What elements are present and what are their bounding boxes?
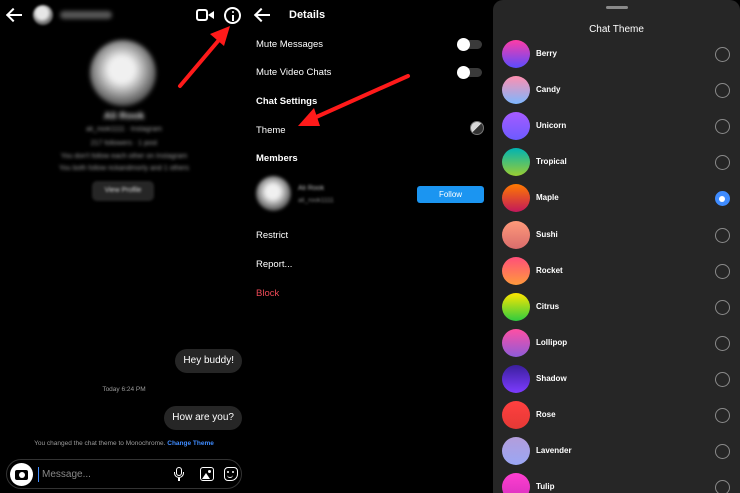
profile-meta: 217 followers · 1 post [90,140,158,147]
follow-button[interactable]: Follow [417,186,484,203]
current-theme-swatch[interactable] [470,121,484,135]
theme-name: Rose [536,410,556,419]
restrict-option[interactable]: Restrict [256,230,288,241]
theme-option-lollipop[interactable]: Lollipop [493,325,740,361]
back-arrow-icon[interactable] [6,6,24,24]
message-timestamp: Today 6:24 PM [102,386,146,393]
profile-note-2: You both follow rickandmorty and 1 other… [58,165,190,172]
details-panel: Details Mute Messages Mute Video Chats C… [248,0,493,493]
theme-name: Maple [536,193,559,203]
theme-name: Berry [536,49,557,58]
change-theme-link[interactable]: Change Theme [167,440,214,447]
theme-radio-button[interactable] [715,191,730,207]
theme-color-swatch [502,256,530,285]
theme-color-swatch [502,184,530,213]
chat-settings-heading: Chat Settings [256,96,318,107]
theme-radio-button[interactable] [715,227,730,243]
theme-option-tropical[interactable]: Tropical [493,144,740,180]
profile-name: Ali Rook [103,111,145,122]
theme-color-swatch [502,40,530,68]
profile-avatar[interactable] [90,40,156,106]
theme-color-swatch [502,292,530,321]
microphone-icon[interactable] [174,467,184,481]
theme-color-swatch [502,437,530,466]
back-arrow-icon[interactable] [254,6,272,24]
theme-name: Rocket [536,265,563,275]
profile-handle: ali_rook1111 · Instagram [86,126,162,133]
sheet-grabber-handle[interactable] [606,6,628,9]
system-message-text: You changed the chat theme to Monochrome… [34,440,166,447]
theme-name: Lavender [536,446,572,456]
theme-radio-button[interactable] [715,263,730,279]
theme-color-swatch [502,401,530,429]
sticker-icon[interactable] [224,467,238,481]
theme-name: Tulip [536,482,555,492]
profile-note-1: You don't follow each other on Instagram [60,153,188,160]
theme-color-swatch [502,148,530,177]
theme-option-citrus[interactable]: Citrus [493,289,740,325]
theme-radio-button[interactable] [715,299,730,315]
mute-video-chats-toggle[interactable] [457,65,482,79]
theme-radio-button[interactable] [715,371,730,387]
theme-name: Lollipop [536,337,568,347]
theme-radio-button[interactable] [715,408,730,423]
theme-row[interactable]: Theme [256,125,286,136]
theme-color-swatch [502,328,530,357]
member-handle: ali_rook1111 [298,197,334,204]
message-bubble[interactable]: How are you? [164,406,242,430]
chat-panel: Ali Rook ali_rook1111 · Instagram 217 fo… [0,0,248,493]
camera-icon[interactable] [10,463,33,486]
theme-option-berry[interactable]: Berry [493,36,740,72]
theme-radio-button[interactable] [715,335,730,351]
theme-option-tulip[interactable]: Tulip [493,469,740,493]
mute-messages-label[interactable]: Mute Messages [256,39,323,50]
chat-header [0,0,248,32]
video-call-icon[interactable] [196,8,214,22]
theme-name: Citrus [536,301,560,311]
header-username-blurred[interactable] [60,11,112,19]
info-icon[interactable] [224,7,241,24]
theme-radio-button[interactable] [715,47,730,62]
theme-name: Candy [536,85,561,95]
theme-radio-button[interactable] [715,83,730,99]
member-avatar[interactable] [256,176,291,211]
member-name[interactable]: Ali Rook [298,185,324,192]
report-option[interactable]: Report... [256,259,292,270]
theme-name: Unicorn [536,121,567,131]
details-title: Details [289,9,326,21]
theme-option-shadow[interactable]: Shadow [493,361,740,397]
members-heading: Members [256,153,298,164]
theme-option-maple[interactable]: Maple [493,180,740,216]
theme-color-swatch [502,220,530,249]
theme-color-swatch [502,112,530,141]
message-input[interactable] [38,467,158,482]
message-composer [6,459,242,489]
chat-theme-sheet: Chat Theme Berry Candy Unicorn Tropical Mapl… [493,0,740,493]
mute-video-chats-label[interactable]: Mute Video Chats [256,67,331,78]
theme-radio-button[interactable] [715,480,730,493]
theme-option-rose[interactable]: Rose [493,397,740,433]
theme-radio-button[interactable] [715,119,730,135]
theme-radio-button[interactable] [715,155,730,171]
theme-color-swatch [502,76,530,105]
mute-messages-toggle[interactable] [457,37,482,51]
sheet-title: Chat Theme [589,24,644,35]
message-bubble[interactable]: Hey buddy! [175,349,242,373]
theme-option-sushi[interactable]: Sushi [493,217,740,253]
view-profile-button[interactable]: View Profile [92,181,154,201]
theme-color-swatch [502,473,530,493]
theme-option-rocket[interactable]: Rocket [493,253,740,289]
theme-name: Shadow [536,373,567,383]
block-option[interactable]: Block [256,288,279,299]
theme-name: Sushi [536,229,558,239]
theme-color-swatch [502,364,530,393]
header-avatar[interactable] [33,5,53,25]
theme-option-lavender[interactable]: Lavender [493,433,740,469]
theme-option-unicorn[interactable]: Unicorn [493,108,740,144]
theme-radio-button[interactable] [715,444,730,460]
gallery-icon[interactable] [200,467,214,481]
system-message: You changed the chat theme to Monochrome… [0,440,248,447]
theme-option-candy[interactable]: Candy [493,72,740,108]
theme-name: Tropical [536,157,567,167]
